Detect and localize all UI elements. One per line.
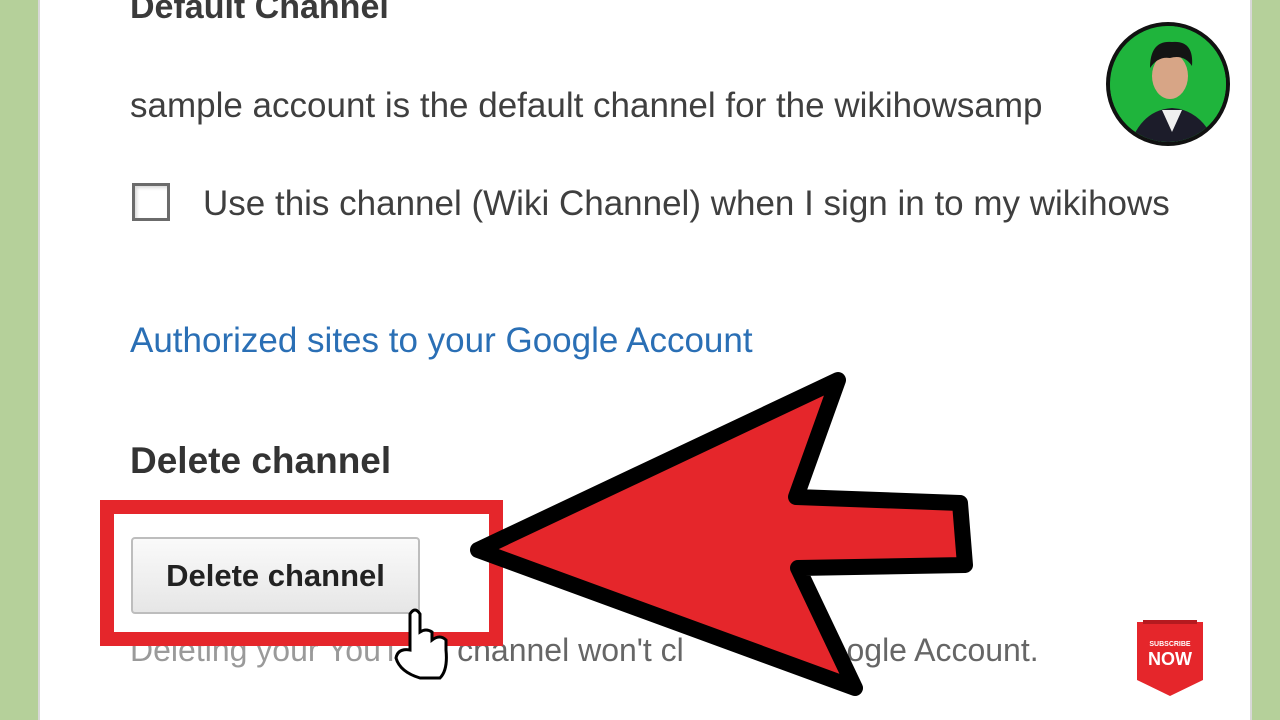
overlay-graphics bbox=[394, 372, 973, 696]
channel-avatar bbox=[1106, 22, 1230, 146]
subscribe-now-text: NOW bbox=[1148, 649, 1192, 669]
subscribe-now-badge[interactable]: SUBSCRIBE NOW bbox=[1135, 620, 1205, 698]
red-arrow-icon bbox=[470, 372, 973, 696]
subscribe-top-text: SUBSCRIBE bbox=[1149, 641, 1191, 648]
hand-cursor-icon bbox=[394, 608, 448, 680]
